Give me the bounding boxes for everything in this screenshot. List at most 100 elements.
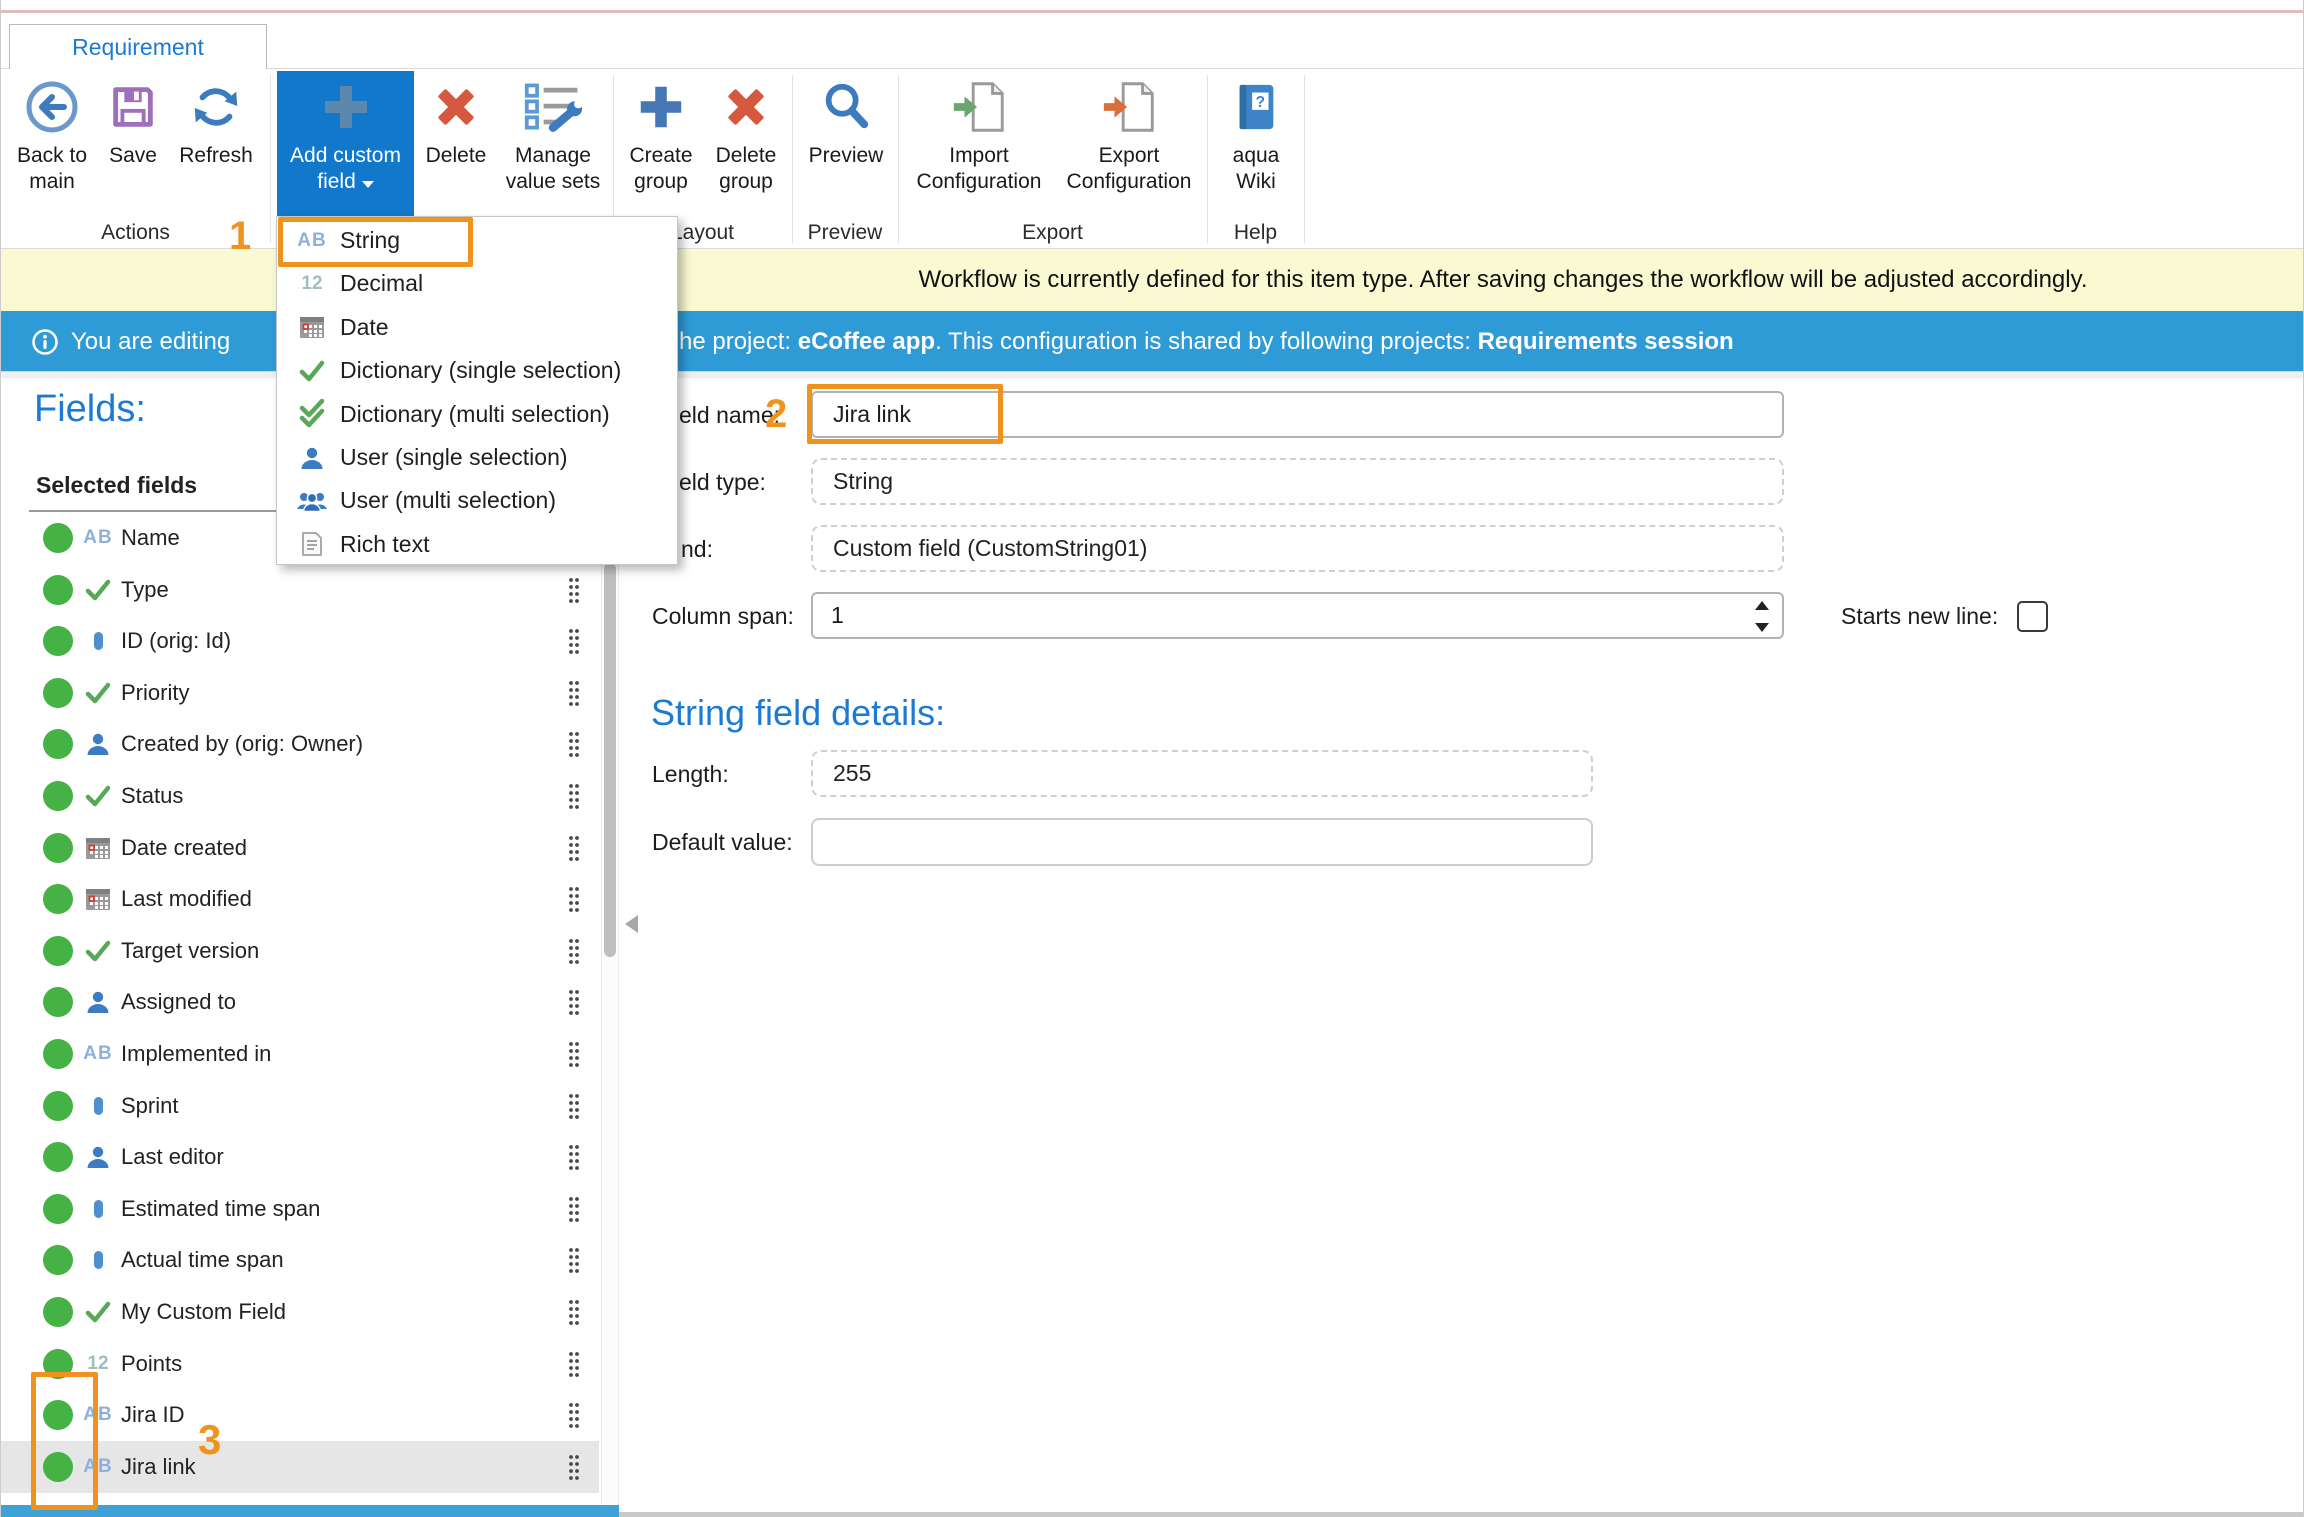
column-span-decrement-button[interactable]	[1749, 617, 1775, 637]
drag-handle-icon[interactable]	[567, 1092, 581, 1127]
num12-icon: 12	[295, 273, 329, 295]
import-configuration-label: Import Configuration	[904, 143, 1054, 195]
annotation-number-1: 1	[229, 214, 251, 259]
ribbon-divider	[898, 75, 899, 243]
starts-new-line-checkbox[interactable]	[2017, 601, 2048, 632]
panel-collapse-icon[interactable]	[625, 915, 638, 933]
back-arrow-icon	[11, 71, 93, 143]
drag-handle-icon[interactable]	[567, 1246, 581, 1281]
drag-handle-icon[interactable]	[567, 1453, 581, 1488]
field-row-type[interactable]: Type	[1, 564, 599, 616]
check-icon	[295, 360, 329, 382]
drag-handle-icon[interactable]	[567, 988, 581, 1023]
fields-scrollbar-thumb[interactable]	[604, 563, 616, 957]
drag-handle-icon[interactable]	[567, 1298, 581, 1333]
field-row-sprint[interactable]: Sprint	[1, 1080, 599, 1132]
drag-handle-icon[interactable]	[567, 937, 581, 972]
field-row-last-modified[interactable]: Last modified	[1, 873, 599, 925]
aqua-wiki-button[interactable]: ? aqua Wiki	[1214, 71, 1298, 214]
export-configuration-label: Export Configuration	[1054, 143, 1204, 195]
delete-group-button[interactable]: Delete group	[704, 71, 788, 214]
field-row-created-by-orig-owner[interactable]: Created by (orig: Owner)	[1, 718, 599, 770]
menu-item-date[interactable]: Date	[277, 306, 677, 349]
menu-item-user-single-selection[interactable]: User (single selection)	[277, 436, 677, 479]
manage-value-sets-icon	[495, 71, 611, 143]
menu-item-rich-text[interactable]: Rich text	[277, 523, 677, 566]
default-value-input[interactable]	[811, 818, 1593, 866]
drag-handle-icon[interactable]	[567, 1195, 581, 1230]
field-row-status[interactable]: Status	[1, 770, 599, 822]
drag-handle-icon[interactable]	[567, 730, 581, 765]
export-configuration-icon	[1054, 71, 1204, 143]
drag-handle-icon[interactable]	[567, 1040, 581, 1075]
drag-handle-icon[interactable]	[567, 1143, 581, 1178]
users-icon	[295, 489, 329, 513]
ribbon-divider	[792, 75, 793, 243]
field-row-my-custom-field[interactable]: My Custom Field	[1, 1286, 599, 1338]
field-type-input	[811, 458, 1784, 505]
refresh-button[interactable]: Refresh	[173, 71, 259, 214]
refresh-label: Refresh	[173, 143, 259, 169]
drag-handle-icon[interactable]	[567, 885, 581, 920]
manage-value-sets-button[interactable]: Manage value sets	[495, 71, 611, 214]
check-icon	[81, 667, 115, 719]
annotation-box-2	[807, 384, 1003, 444]
field-type-label: eld type:	[679, 469, 766, 496]
annotation-number-3: 3	[198, 1416, 221, 1464]
menu-item-dictionary-multi-selection[interactable]: Dictionary (multi selection)	[277, 393, 677, 436]
drag-handle-icon[interactable]	[567, 834, 581, 869]
field-row-actual-time-span[interactable]: Actual time span	[1, 1234, 599, 1286]
drag-handle-icon[interactable]	[567, 1401, 581, 1436]
add-custom-field-button[interactable]: Add custom field	[277, 71, 414, 216]
field-row-last-editor[interactable]: Last editor	[1, 1131, 599, 1183]
field-enabled-indicator	[43, 936, 73, 966]
drag-handle-icon[interactable]	[567, 782, 581, 817]
field-row-priority[interactable]: Priority	[1, 667, 599, 719]
field-row-estimated-time-span[interactable]: Estimated time span	[1, 1183, 599, 1235]
column-span-label: Column span:	[652, 603, 794, 630]
column-span-increment-button[interactable]	[1749, 595, 1775, 615]
selected-fields-list: ABNameTypeID (orig: Id)PriorityCreated b…	[1, 512, 599, 1505]
field-row-target-version[interactable]: Target version	[1, 925, 599, 977]
field-enabled-indicator	[43, 987, 73, 1017]
import-configuration-button[interactable]: Import Configuration	[904, 71, 1054, 214]
ribbon-group-help-label: Help	[1207, 221, 1304, 247]
plus-icon	[277, 71, 414, 143]
delete-group-label: Delete group	[704, 143, 788, 195]
drag-handle-icon[interactable]	[567, 576, 581, 611]
column-span-input[interactable]	[811, 592, 1784, 639]
menu-item-decimal[interactable]: 12Decimal	[277, 262, 677, 305]
tab-requirement[interactable]: Requirement	[9, 24, 267, 69]
field-row-date-created[interactable]: Date created	[1, 822, 599, 874]
field-enabled-indicator	[43, 833, 73, 863]
richtext-icon	[295, 531, 329, 557]
delete-button[interactable]: Delete	[420, 71, 492, 214]
back-to-main-button[interactable]: Back to main	[11, 71, 93, 214]
create-group-button[interactable]: Create group	[619, 71, 703, 214]
window-bottom-border	[619, 1512, 2304, 1517]
length-input	[811, 750, 1593, 797]
ribbon-divider	[1207, 75, 1208, 243]
menu-item-label: Date	[340, 314, 389, 341]
field-row-label: ID (orig: Id)	[121, 615, 231, 667]
field-enabled-indicator	[43, 523, 73, 553]
drag-handle-icon[interactable]	[567, 1350, 581, 1385]
field-row-assigned-to[interactable]: Assigned to	[1, 976, 599, 1028]
drag-handle-icon[interactable]	[567, 679, 581, 714]
save-button[interactable]: Save	[95, 71, 171, 214]
field-row-id-orig-id[interactable]: ID (orig: Id)	[1, 615, 599, 667]
field-row-implemented-in[interactable]: ABImplemented in	[1, 1028, 599, 1080]
field-row-label: Points	[121, 1338, 182, 1390]
fields-scrollbar[interactable]	[601, 512, 619, 1505]
menu-item-user-multi-selection[interactable]: User (multi selection)	[277, 479, 677, 522]
menu-item-dictionary-single-selection[interactable]: Dictionary (single selection)	[277, 349, 677, 392]
ribbon-group-preview-label: Preview	[792, 221, 898, 247]
ribbon-group-export-label: Export	[898, 221, 1207, 247]
export-configuration-button[interactable]: Export Configuration	[1054, 71, 1204, 214]
field-row-label: Name	[121, 512, 180, 564]
drag-handle-icon[interactable]	[567, 627, 581, 662]
numdot-icon	[81, 615, 115, 667]
field-row-label: Estimated time span	[121, 1183, 320, 1235]
preview-button[interactable]: Preview	[800, 71, 892, 214]
plus-icon	[619, 71, 703, 143]
